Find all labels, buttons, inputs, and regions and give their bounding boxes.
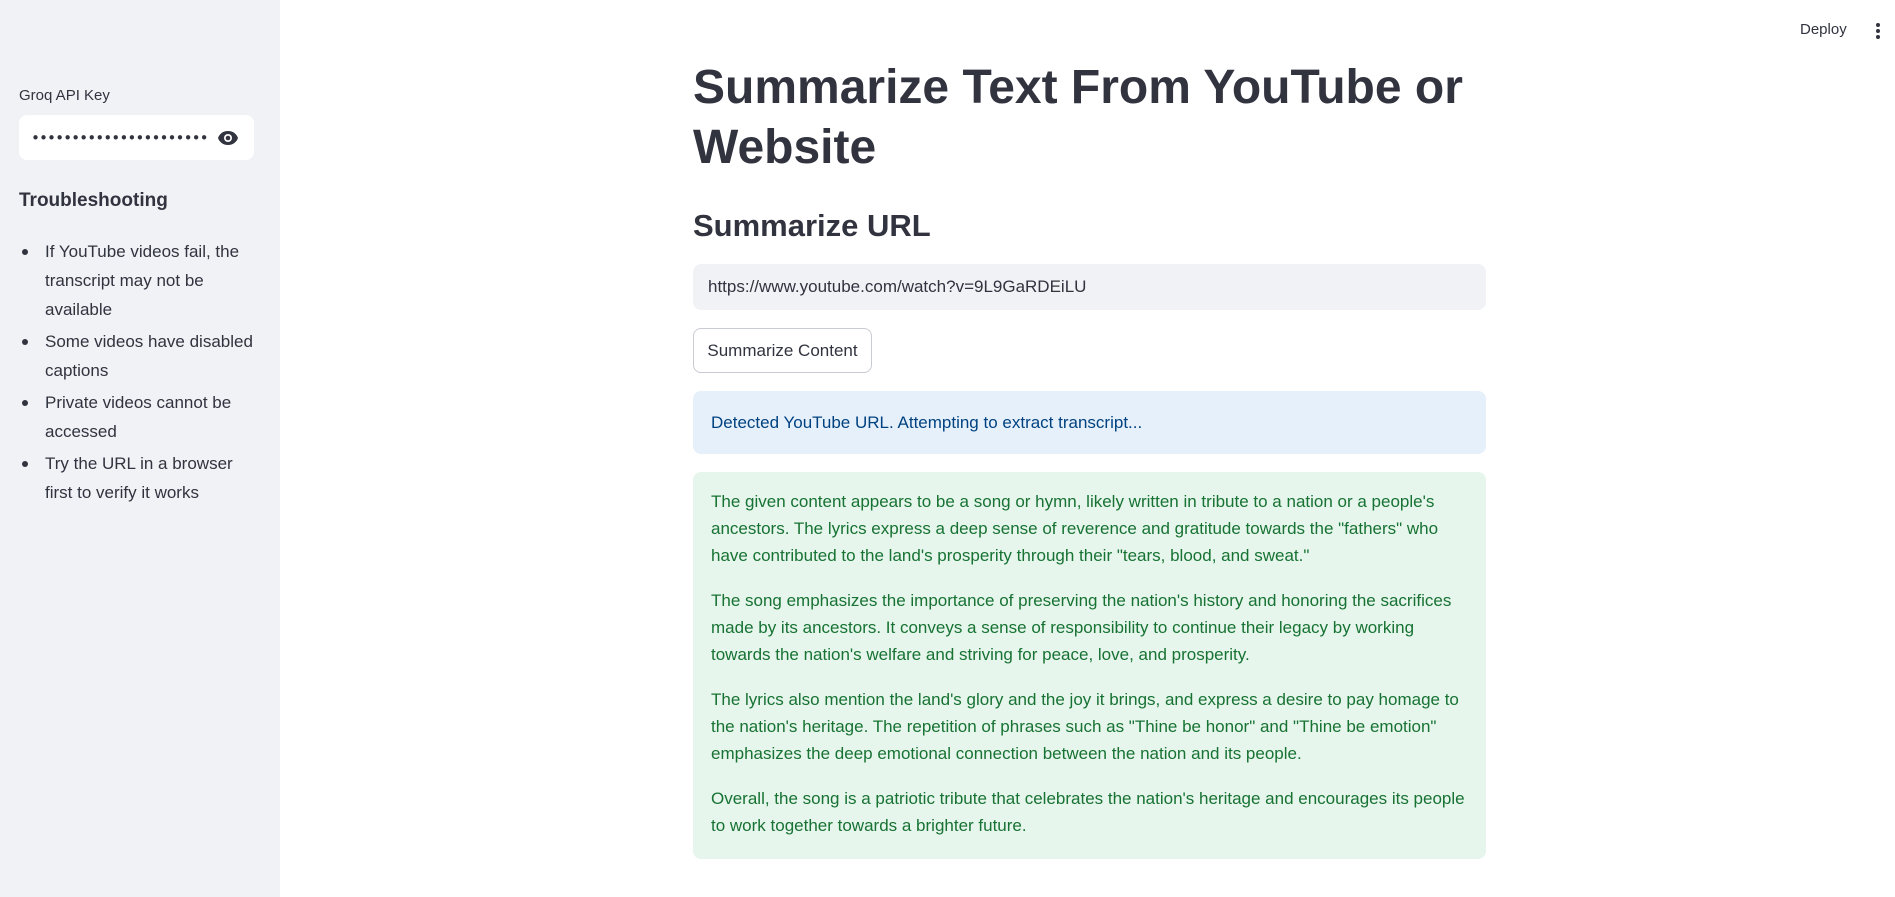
summary-paragraph: Overall, the song is a patriotic tribute… [711, 789, 1465, 835]
summary-paragraph: The given content appears to be a song o… [711, 492, 1439, 565]
sidebar: Groq API Key Troubleshooting If YouTube … [0, 0, 280, 897]
eye-icon[interactable] [214, 124, 242, 152]
troubleshooting-list: If YouTube videos fail, the transcript m… [19, 237, 259, 510]
summarize-content-button[interactable]: Summarize Content [693, 328, 872, 373]
url-input[interactable] [708, 277, 1471, 297]
api-key-input[interactable] [31, 128, 208, 147]
url-field [693, 264, 1486, 310]
page-title: Summarize Text From YouTube or Website [693, 61, 1463, 174]
summary-paragraph: The lyrics also mention the land's glory… [711, 690, 1459, 763]
kebab-menu-icon[interactable] [1872, 21, 1884, 41]
api-key-label: Groq API Key [19, 87, 110, 104]
summary-result: The given content appears to be a song o… [693, 472, 1486, 859]
list-item: Some videos have disabled captions [19, 327, 259, 385]
app-root: Groq API Key Troubleshooting If YouTube … [0, 0, 1895, 897]
troubleshooting-heading: Troubleshooting [19, 190, 168, 211]
list-item: Try the URL in a browser first to verify… [19, 449, 259, 507]
info-alert: Detected YouTube URL. Attempting to extr… [693, 391, 1486, 454]
eye-icon-svg [218, 130, 238, 145]
list-item: If YouTube videos fail, the transcript m… [19, 237, 259, 324]
deploy-button[interactable]: Deploy [1800, 21, 1847, 38]
menu-dot [1876, 29, 1880, 33]
api-key-field [19, 115, 254, 160]
section-subtitle: Summarize URL [693, 208, 931, 243]
summary-paragraph: The song emphasizes the importance of pr… [711, 591, 1452, 664]
menu-dot [1876, 23, 1880, 27]
menu-dot [1876, 35, 1880, 39]
info-message: Detected YouTube URL. Attempting to extr… [711, 412, 1143, 432]
list-item: Private videos cannot be accessed [19, 388, 259, 446]
